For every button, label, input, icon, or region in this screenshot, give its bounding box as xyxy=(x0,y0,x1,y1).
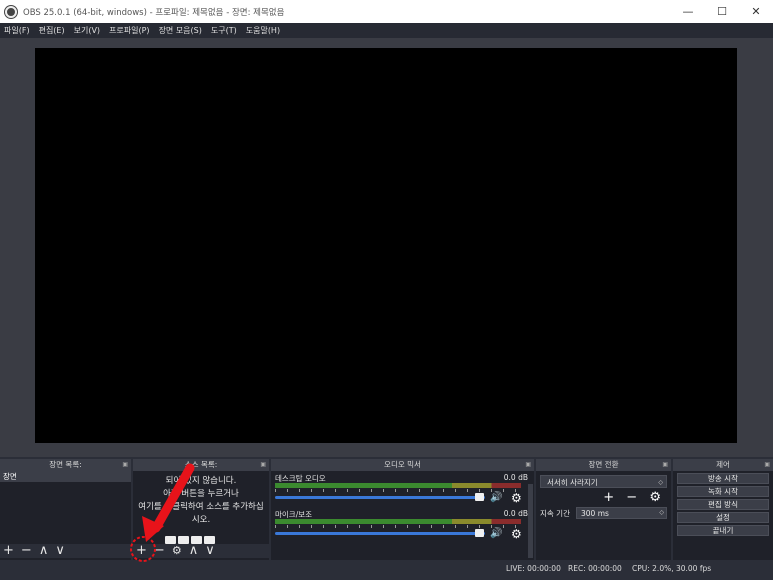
chevron-updown-icon: ◇ xyxy=(658,479,663,486)
speaker-icon[interactable]: 🔊 xyxy=(490,492,502,503)
float-icon[interactable]: ▣ xyxy=(662,459,668,471)
menu-edit[interactable]: 편집(E) xyxy=(39,25,65,36)
close-button[interactable]: ✕ xyxy=(739,0,773,23)
settings-button[interactable]: 설정 xyxy=(677,512,769,523)
studio-mode-button[interactable]: 편집 방식 xyxy=(677,499,769,510)
source-properties-gear-icon[interactable]: ⚙ xyxy=(172,544,182,558)
window-titlebar: OBS 25.0.1 (64-bit, windows) - 프로파일: 제목없… xyxy=(0,0,773,23)
move-scene-up-button[interactable]: ∧ xyxy=(39,544,49,558)
mixer-track: 마이크/보조 0.0 dB 🔊 ⚙ xyxy=(275,509,530,545)
minimize-button[interactable]: — xyxy=(671,0,705,23)
duration-row: 지속 기간 300 ms ◇ xyxy=(540,507,667,519)
move-scene-down-button[interactable]: ∨ xyxy=(55,544,65,558)
exit-button[interactable]: 끝내기 xyxy=(677,525,769,536)
menu-tools[interactable]: 도구(T) xyxy=(211,25,237,36)
meter-scale xyxy=(275,489,521,492)
scenes-dock: 장면 목록: ▣ 장면 + − ∧ ∨ xyxy=(0,459,131,560)
transitions-body: 서서히 사라지기 ◇ + − ⚙ 지속 기간 300 ms ◇ xyxy=(536,471,671,560)
speaker-icon[interactable]: 🔊 xyxy=(490,528,502,539)
status-bar: LIVE: 00:00:00 REC: 00:00:00 CPU: 2.0%, … xyxy=(0,560,773,580)
gear-icon[interactable]: ⚙ xyxy=(511,527,522,541)
float-icon[interactable]: ▣ xyxy=(122,459,128,471)
audio-mixer-dock: 오디오 믹서 ▣ 데스크탑 오디오 0.0 dB 🔊 ⚙ 마이크/보조 0.0 … xyxy=(271,459,534,560)
move-source-up-button[interactable]: ∧ xyxy=(189,544,199,558)
empty-line: 시오. xyxy=(191,515,211,525)
display-icon xyxy=(178,536,189,544)
sources-list[interactable]: 되어 있지 않습니다. 아래 버튼을 누르거나 여기를 우클릭하여 소스를 추가… xyxy=(133,471,269,560)
empty-line: 여기를 우클릭하여 소스를 추가하십 xyxy=(138,502,264,512)
media-icon xyxy=(165,536,176,544)
dock-row: 장면 목록: ▣ 장면 + − ∧ ∨ 소스 목록: ▣ 되어 있지 않습니다.… xyxy=(0,457,773,560)
start-streaming-button[interactable]: 방송 시작 xyxy=(677,473,769,484)
sources-dock-header: 소스 목록: ▣ xyxy=(133,459,269,471)
volume-fader[interactable] xyxy=(275,532,485,535)
menu-help[interactable]: 도움말(H) xyxy=(246,25,280,36)
meter-scale xyxy=(275,525,521,528)
live-timer: LIVE: 00:00:00 xyxy=(506,564,561,573)
scenes-list[interactable]: 장면 + − ∧ ∨ xyxy=(0,471,131,560)
controls-body: 방송 시작 녹화 시작 편집 방식 설정 끝내기 xyxy=(673,471,773,560)
fader-handle[interactable] xyxy=(475,493,484,501)
duration-label: 지속 기간 xyxy=(540,508,570,518)
volume-fader[interactable] xyxy=(275,496,485,499)
volume-meter xyxy=(275,519,521,524)
mixer-track: 데스크탑 오디오 0.0 dB 🔊 ⚙ xyxy=(275,473,530,509)
transition-select-value: 서서히 사라지기 xyxy=(547,478,598,487)
rec-timer: REC: 00:00:00 xyxy=(568,564,622,573)
preview-area xyxy=(0,38,773,457)
mixer-scrollbar[interactable] xyxy=(528,484,533,558)
menu-scene-collection[interactable]: 장면 모음(S) xyxy=(159,25,202,36)
scenes-dock-title: 장면 목록: xyxy=(49,460,82,469)
scene-item[interactable]: 장면 xyxy=(0,471,131,482)
move-source-down-button[interactable]: ∨ xyxy=(205,544,215,558)
add-source-button[interactable]: + xyxy=(136,544,147,558)
float-icon[interactable]: ▣ xyxy=(764,459,770,471)
maximize-button[interactable]: ☐ xyxy=(705,0,739,23)
empty-line: 되어 있지 않습니다. xyxy=(165,476,237,486)
menu-bar: 파일(F) 편집(E) 보기(V) 프로파일(P) 장면 모음(S) 도구(T)… xyxy=(0,23,773,38)
track-name: 마이크/보조 xyxy=(275,510,313,519)
add-scene-button[interactable]: + xyxy=(3,544,14,558)
sources-toolbar: + − ⚙ ∧ ∨ xyxy=(133,544,269,558)
remove-source-button[interactable]: − xyxy=(154,544,165,558)
transitions-dock-title: 장면 전환 xyxy=(588,460,619,469)
mixer-dock-header: 오디오 믹서 ▣ xyxy=(271,459,534,471)
cpu-fps: CPU: 2.0%, 30.00 fps xyxy=(632,564,712,573)
scenes-toolbar: + − ∧ ∨ xyxy=(0,544,131,558)
mixer-dock-title: 오디오 믹서 xyxy=(384,460,421,469)
mixer-body: 데스크탑 오디오 0.0 dB 🔊 ⚙ 마이크/보조 0.0 dB 🔊 ⚙ xyxy=(271,471,534,560)
window-controls: — ☐ ✕ xyxy=(671,0,773,23)
track-db: 0.0 dB xyxy=(503,509,528,518)
transitions-dock-header: 장면 전환 ▣ xyxy=(536,459,671,471)
gear-icon[interactable]: ⚙ xyxy=(511,491,522,505)
track-name: 데스크탑 오디오 xyxy=(275,474,326,483)
volume-meter xyxy=(275,483,521,488)
spin-arrows-icon[interactable]: ◇ xyxy=(659,507,664,519)
menu-file[interactable]: 파일(F) xyxy=(4,25,30,36)
float-icon[interactable]: ▣ xyxy=(260,459,266,471)
track-db: 0.0 dB xyxy=(503,473,528,482)
duration-spinbox[interactable]: 300 ms ◇ xyxy=(576,507,667,519)
controls-dock-header: 제어 ▣ xyxy=(673,459,773,471)
empty-line: 아래 버튼을 누르거나 xyxy=(163,489,239,499)
window-title: OBS 25.0.1 (64-bit, windows) - 프로파일: 제목없… xyxy=(23,7,285,18)
menu-view[interactable]: 보기(V) xyxy=(74,25,100,36)
duration-value: 300 ms xyxy=(581,509,609,518)
menu-profile[interactable]: 프로파일(P) xyxy=(109,25,150,36)
obs-logo-icon xyxy=(5,5,17,18)
transition-select[interactable]: 서서히 사라지기 ◇ xyxy=(540,475,667,488)
controls-dock: 제어 ▣ 방송 시작 녹화 시작 편집 방식 설정 끝내기 xyxy=(673,459,773,560)
float-icon[interactable]: ▣ xyxy=(525,459,531,471)
fader-handle[interactable] xyxy=(475,529,484,537)
sources-empty-message: 되어 있지 않습니다. 아래 버튼을 누르거나 여기를 우클릭하여 소스를 추가… xyxy=(133,471,269,527)
transition-tools[interactable]: + − ⚙ xyxy=(536,490,671,505)
sources-dock-title: 소스 목록: xyxy=(184,460,218,469)
scenes-dock-header: 장면 목록: ▣ xyxy=(0,459,131,471)
sources-dock: 소스 목록: ▣ 되어 있지 않습니다. 아래 버튼을 누르거나 여기를 우클릭… xyxy=(133,459,269,560)
remove-scene-button[interactable]: − xyxy=(21,544,32,558)
preview-canvas[interactable] xyxy=(35,48,737,443)
controls-dock-title: 제어 xyxy=(716,460,730,469)
start-recording-button[interactable]: 녹화 시작 xyxy=(677,486,769,497)
transitions-dock: 장면 전환 ▣ 서서히 사라지기 ◇ + − ⚙ 지속 기간 300 ms ◇ xyxy=(536,459,671,560)
